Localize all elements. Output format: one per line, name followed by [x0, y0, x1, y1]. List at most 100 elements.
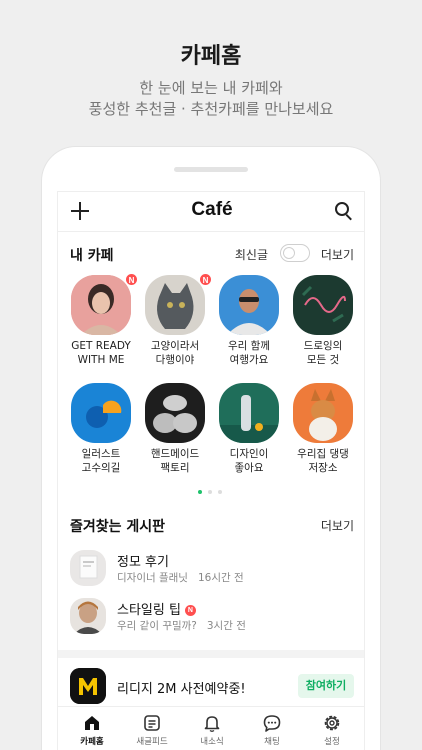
cafe-name: GET READY WITH ME [64, 339, 138, 367]
cafe-thumbnail [293, 383, 353, 443]
cafe-name-line2: 다행이야 [155, 354, 195, 366]
board-title-text: 스타일링 팁 [117, 603, 181, 618]
tab-label: 채팅 [264, 737, 280, 747]
cafe-name-line2: 고수의길 [81, 462, 121, 474]
toggle-knob [283, 247, 295, 259]
page-dot [208, 490, 212, 494]
cafe-thumbnail [219, 383, 279, 443]
my-cafe-title: 내 카페 [70, 248, 114, 264]
my-cafe-header: 내 카페 최신글 더보기 [70, 244, 354, 265]
cafe-item-drawing[interactable]: 드로잉의 모든 것 [286, 275, 360, 367]
cafe-name-line2: WITH ME [77, 354, 125, 366]
chat-icon [263, 715, 281, 732]
board-thumbnail [70, 598, 106, 634]
board-time: 3시간 전 [206, 620, 246, 632]
cafe-name: 일러스트 고수의길 [64, 447, 138, 475]
cafe-name-line1: 디자인이 [229, 448, 269, 460]
tab-settings[interactable]: 설정 [302, 713, 362, 747]
ridi-logo [70, 668, 106, 704]
board-meta: 우리 같이 꾸밀까? 3시간 전 [117, 618, 246, 633]
cafe-thumbnail [71, 383, 131, 443]
app-screen: Café 내 카페 최신글 더보기 N GET READY WITH ME N … [57, 191, 365, 750]
cafe-name-line2: 팩토리 [160, 462, 190, 474]
page-indicator [198, 490, 228, 496]
tab-my-news[interactable]: 내소식 [182, 713, 242, 747]
cafe-name-line1: GET READY [71, 340, 131, 352]
favorite-board-item[interactable]: 정모 후기 디자이너 플래닛 16시간 전 [70, 550, 354, 590]
ad-text: 리디지 2M 사전예약중! [117, 682, 246, 697]
cafe-name-line2: 여행가요 [229, 354, 269, 366]
tab-chat[interactable]: 채팅 [242, 713, 302, 747]
cafe-item-illust[interactable]: 일러스트 고수의길 [64, 383, 138, 475]
cafe-thumbnail [293, 275, 353, 335]
home-icon [85, 716, 99, 730]
cafe-name-line1: 일러스트 [81, 448, 121, 460]
bottom-tab-bar: 카페홈 새글피드 내소식 채팅 설정 [58, 706, 364, 750]
cafe-item-travel[interactable]: 우리 함께 여행가요 [212, 275, 286, 367]
favorites-header: 즐겨찾는 게시판 더보기 [70, 516, 354, 536]
join-button[interactable]: 참여하기 [298, 674, 354, 698]
favorites-title: 즐겨찾는 게시판 [70, 519, 166, 535]
cafe-item-handmade[interactable]: 핸드메이드 팩토리 [138, 383, 212, 475]
page-dot [218, 490, 222, 494]
app-bar: Café [58, 192, 364, 232]
cafe-item-get-ready[interactable]: N GET READY WITH ME [64, 273, 138, 367]
cafe-name: 우리집 댕댕 저장소 [286, 447, 360, 475]
cafe-name-line1: 우리집 댕댕 [297, 448, 349, 460]
board-cafe-name: 우리 같이 꾸밀까? [117, 620, 197, 632]
phone-frame: Café 내 카페 최신글 더보기 N GET READY WITH ME N … [42, 147, 380, 750]
cafe-item-dog[interactable]: 우리집 댕댕 저장소 [286, 383, 360, 475]
cafe-thumbnail [71, 275, 131, 335]
new-badge: N [125, 273, 138, 286]
ad-banner[interactable]: 리디지 2M 사전예약중! 참여하기 [70, 668, 354, 706]
cafe-name: 드로잉의 모든 것 [286, 339, 360, 367]
section-divider [58, 650, 364, 658]
search-icon[interactable] [335, 202, 353, 221]
board-thumbnail [70, 550, 106, 586]
cafe-name-line2: 저장소 [308, 462, 338, 474]
cafe-name: 우리 함께 여행가요 [212, 339, 286, 367]
favorite-board-item[interactable]: 스타일링 팁N 우리 같이 꾸밀까? 3시간 전 [70, 598, 354, 638]
page-dot-active [198, 490, 202, 494]
cafe-name-line2: 좋아요 [234, 462, 264, 474]
my-cafe-more-link[interactable]: 더보기 [321, 246, 354, 263]
cafe-name: 핸드메이드 팩토리 [138, 447, 212, 475]
tab-label: 새글피드 [136, 737, 168, 747]
bell-icon [204, 716, 220, 732]
promo-title: 카페홈 [180, 44, 242, 69]
cafe-thumbnail [219, 275, 279, 335]
cafe-name: 고양이라서 다행이야 [138, 339, 212, 367]
cafe-name: 디자인이 좋아요 [212, 447, 286, 475]
cafe-name-line1: 드로잉의 [303, 340, 343, 352]
cafe-name-line1: 고양이라서 [150, 340, 200, 352]
board-time: 16시간 전 [197, 572, 244, 584]
board-title: 스타일링 팁N [117, 599, 196, 618]
cafe-name-line2: 모든 것 [306, 354, 340, 366]
cafe-name-line1: 핸드메이드 [150, 448, 200, 460]
new-badge: N [199, 273, 212, 286]
board-title: 정모 후기 [117, 555, 169, 570]
tab-cafe-home[interactable]: 카페홈 [62, 713, 122, 747]
new-badge: N [184, 605, 196, 616]
promo-subtitle: 한 눈에 보는 내 카페와 풍성한 추천글 · 추천카페를 만나보세요 [0, 78, 422, 120]
cafe-item-design[interactable]: 디자인이 좋아요 [212, 383, 286, 475]
cafe-thumbnail [145, 383, 205, 443]
tab-label: 내소식 [200, 737, 224, 747]
cafe-name-line1: 우리 함께 [228, 340, 270, 352]
board-cafe-name: 디자이너 플래닛 [117, 572, 188, 584]
feed-icon [144, 715, 160, 731]
cafe-thumbnail [145, 275, 205, 335]
recent-posts-label: 최신글 [234, 248, 268, 262]
promo-subtitle-line2: 풍성한 추천글 · 추천카페를 만나보세요 [88, 100, 334, 118]
tab-label: 카페홈 [80, 737, 104, 747]
cafe-logo: Café [191, 199, 233, 220]
promo-subtitle-line1: 한 눈에 보는 내 카페와 [139, 79, 283, 97]
board-meta: 디자이너 플래닛 16시간 전 [117, 570, 244, 585]
phone-speaker [174, 167, 248, 172]
gear-icon [324, 715, 340, 731]
recent-posts-toggle[interactable] [280, 244, 310, 262]
tab-new-feed[interactable]: 새글피드 [122, 713, 182, 747]
tab-label: 설정 [324, 737, 340, 747]
favorites-more-link[interactable]: 더보기 [321, 517, 354, 534]
cafe-item-cat[interactable]: N 고양이라서 다행이야 [138, 273, 212, 367]
